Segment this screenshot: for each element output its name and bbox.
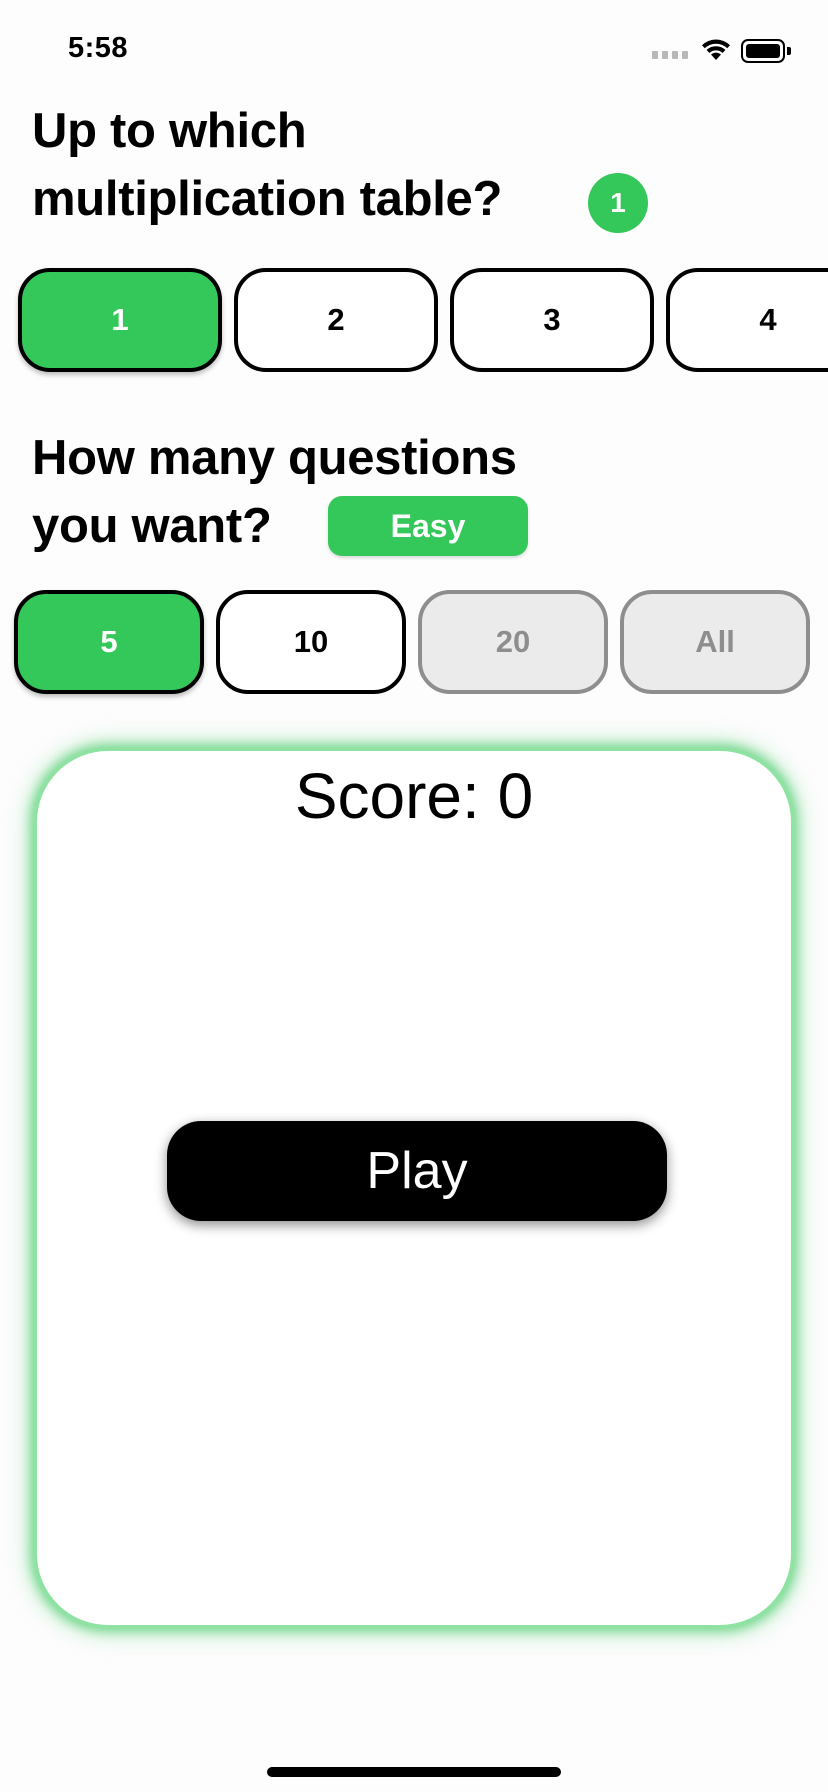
questions-option-all[interactable]: All — [620, 590, 810, 694]
table-option-1[interactable]: 1 — [18, 268, 222, 372]
screen: 5:58 Up to which multiplication table? 1… — [0, 0, 828, 1792]
cellular-signal-icon — [652, 51, 690, 59]
tables-heading: Up to which multiplication table? — [32, 97, 502, 233]
table-option-3[interactable]: 3 — [450, 268, 654, 372]
questions-option-10[interactable]: 10 — [216, 590, 406, 694]
questions-option-20[interactable]: 20 — [418, 590, 608, 694]
table-option-4[interactable]: 4 — [666, 268, 828, 372]
game-card: Score: 0 Play — [34, 748, 794, 1628]
selected-table-badge: 1 — [588, 173, 648, 233]
battery-full-icon — [741, 39, 791, 63]
questions-heading-line1: How many questions — [32, 431, 517, 485]
wifi-icon — [700, 36, 732, 62]
score-label: Score: 0 — [294, 760, 534, 832]
home-indicator[interactable] — [267, 1767, 561, 1777]
tables-heading-line2: multiplication table? — [32, 172, 503, 226]
questions-option-5[interactable]: 5 — [14, 590, 204, 694]
difficulty-badge: Easy — [328, 496, 528, 556]
status-time: 5:58 — [68, 32, 129, 64]
play-button[interactable]: Play — [167, 1121, 667, 1221]
tables-heading-line1: Up to which — [32, 104, 307, 158]
table-option-2[interactable]: 2 — [234, 268, 438, 372]
